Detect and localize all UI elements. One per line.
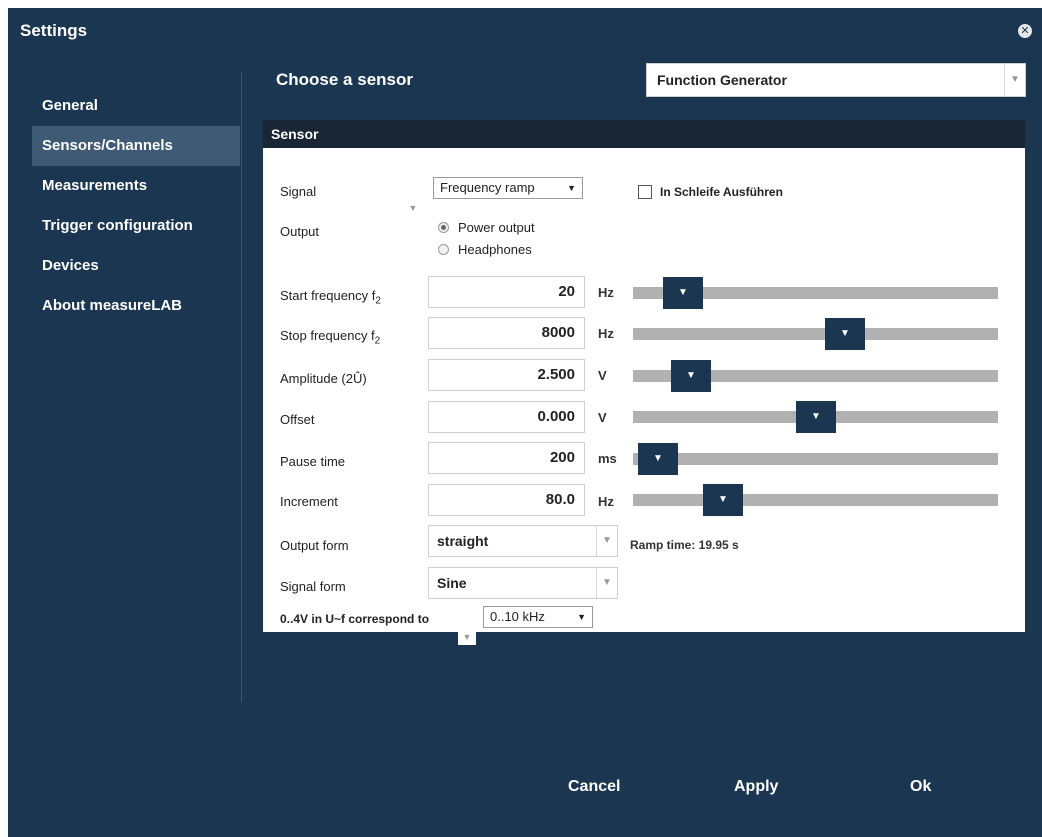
amplitude-slider-thumb[interactable]: ▼ [671, 360, 711, 392]
sidebar-divider [241, 72, 242, 702]
stop-frequency-label-text: Stop frequency f [280, 328, 375, 343]
increment-unit: Hz [598, 494, 614, 509]
radio-power-output[interactable] [438, 222, 449, 233]
pause-time-slider-track[interactable] [633, 453, 998, 465]
range-label: 0..4V in U~f correspond to [280, 612, 430, 626]
chevron-down-icon[interactable]: ▼ [404, 200, 422, 216]
stop-frequency-label: Stop frequency f2 [280, 328, 380, 347]
radio-headphones[interactable] [438, 244, 449, 255]
signal-select[interactable]: Frequency ramp ▼ [433, 177, 583, 199]
chevron-down-icon[interactable]: ▼ [458, 629, 476, 645]
range-select[interactable]: 0..10 kHz ▼ [483, 606, 593, 628]
amplitude-unit: V [598, 368, 607, 383]
start-frequency-label-text: Start frequency f [280, 288, 376, 303]
increment-input[interactable]: 80.0 [428, 484, 585, 516]
signal-select-value: Frequency ramp [440, 180, 535, 195]
dialog-title: Settings [20, 21, 88, 40]
dropdown-triangle-icon: ▼ [567, 183, 576, 193]
choose-sensor-heading: Choose a sensor [276, 70, 413, 89]
stop-frequency-input[interactable]: 8000 [428, 317, 585, 349]
sensor-dropdown[interactable]: Function Generator ▼ [646, 63, 1026, 97]
range-select-value: 0..10 kHz [490, 609, 545, 624]
amplitude-label: Amplitude (2Û) [280, 371, 367, 386]
sidebar: General Sensors/Channels Measurements Tr… [32, 86, 240, 326]
offset-slider-thumb[interactable]: ▼ [796, 401, 836, 433]
start-frequency-label: Start frequency f2 [280, 288, 381, 307]
chevron-down-icon[interactable]: ▼ [1004, 64, 1025, 96]
start-frequency-slider-thumb[interactable]: ▼ [663, 277, 703, 309]
start-frequency-label-sub: 2 [375, 295, 381, 307]
close-icon[interactable]: ✕ [1018, 24, 1032, 38]
stop-frequency-unit: Hz [598, 326, 614, 341]
increment-slider-track[interactable] [633, 494, 998, 506]
signal-form-dropdown[interactable]: Sine ▼ [428, 567, 618, 599]
settings-dialog: Settings ✕ General Sensors/Channels Meas… [8, 8, 1042, 837]
pause-time-input[interactable]: 200 [428, 442, 585, 474]
increment-label: Increment [280, 494, 338, 509]
signal-label: Signal [280, 184, 317, 199]
apply-button[interactable]: Apply [734, 778, 778, 796]
sensor-panel-header: Sensor [263, 120, 1025, 148]
dropdown-triangle-icon: ▼ [577, 612, 586, 622]
offset-input[interactable]: 0.000 [428, 401, 585, 433]
output-form-value: straight [437, 533, 489, 549]
output-form-label: Output form [280, 538, 349, 553]
cancel-button[interactable]: Cancel [568, 778, 620, 796]
stop-frequency-label-sub: 2 [374, 335, 381, 347]
stop-frequency-slider-track[interactable] [633, 328, 998, 340]
output-label: Output [280, 224, 320, 239]
sidebar-item-sensors-channels[interactable]: Sensors/Channels [32, 126, 240, 166]
stop-frequency-slider-thumb[interactable]: ▼ [825, 318, 865, 350]
radio-headphones-label: Headphones [458, 242, 532, 257]
ramp-time-text: Ramp time: 19.95 s [630, 538, 739, 552]
pause-time-slider-thumb[interactable]: ▼ [638, 443, 678, 475]
signal-form-label: Signal form [280, 579, 346, 594]
offset-unit: V [598, 410, 607, 425]
amplitude-input[interactable]: 2.500 [428, 359, 585, 391]
increment-slider-thumb[interactable]: ▼ [703, 484, 743, 516]
chevron-down-icon[interactable]: ▼ [596, 568, 617, 598]
ok-button[interactable]: Ok [910, 778, 931, 796]
sensor-panel: Sensor Signal Frequency ramp ▼ ▼ In Schl… [263, 120, 1025, 645]
loop-checkbox-label: In Schleife Ausführen [660, 185, 783, 199]
pause-time-unit: ms [598, 451, 617, 466]
output-form-dropdown[interactable]: straight ▼ [428, 525, 618, 557]
signal-form-value: Sine [437, 575, 467, 591]
sensor-dropdown-value: Function Generator [657, 72, 787, 88]
pause-time-label: Pause time [280, 454, 346, 469]
sidebar-item-general[interactable]: General [32, 86, 240, 126]
loop-checkbox[interactable] [638, 185, 652, 199]
sidebar-item-measurements[interactable]: Measurements [32, 166, 240, 206]
radio-power-output-label: Power output [458, 220, 535, 235]
sidebar-item-about[interactable]: About measureLAB [32, 286, 240, 326]
sidebar-item-trigger-configuration[interactable]: Trigger configuration [32, 206, 240, 246]
offset-label: Offset [280, 412, 315, 427]
chevron-down-icon[interactable]: ▼ [596, 526, 617, 556]
start-frequency-input[interactable]: 20 [428, 276, 585, 308]
start-frequency-unit: Hz [598, 285, 614, 300]
sidebar-item-devices[interactable]: Devices [32, 246, 240, 286]
